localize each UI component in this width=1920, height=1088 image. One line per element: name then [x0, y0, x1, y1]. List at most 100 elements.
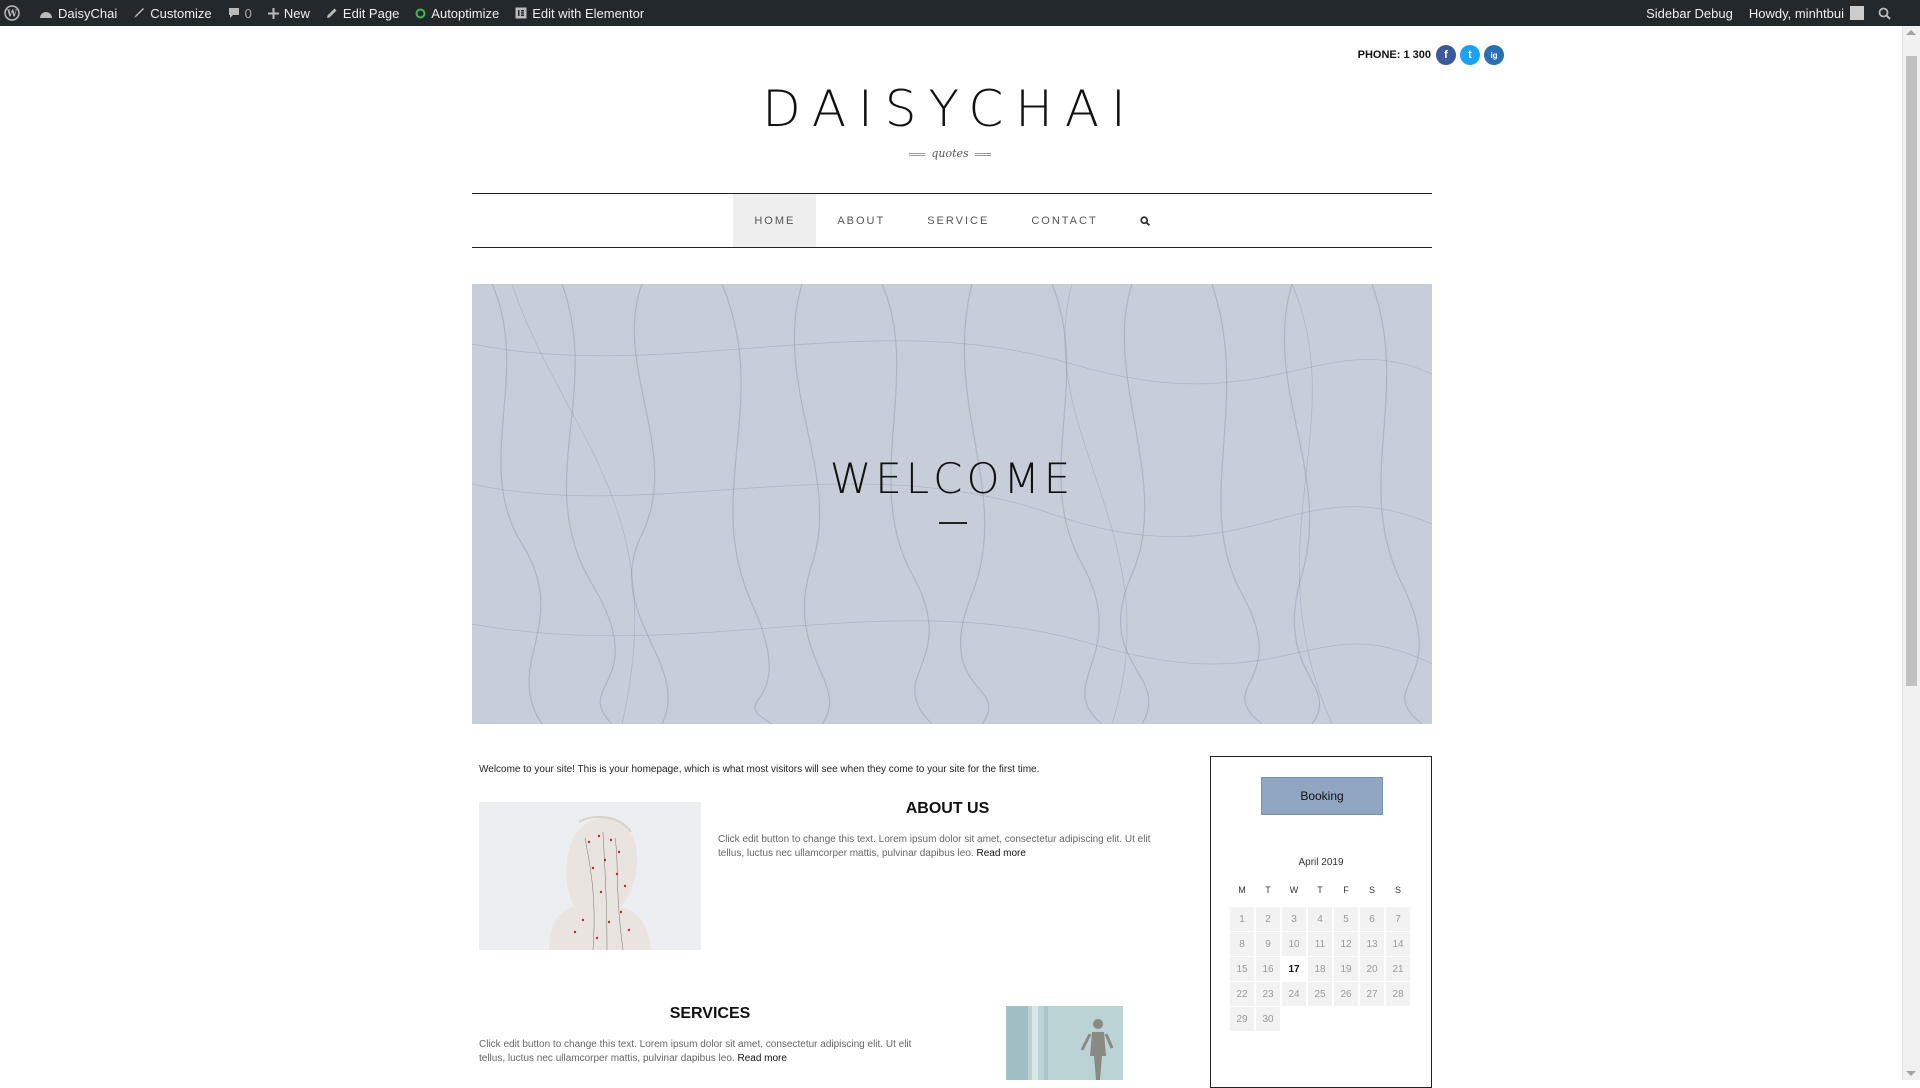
hero-banner: WELCOME [472, 284, 1432, 724]
hero-title: WELCOME [829, 454, 1075, 503]
calendar-caption: April 2019 [1298, 857, 1344, 868]
sidebar-debug-label: Sidebar Debug [1646, 5, 1733, 21]
intro-text: Welcome to your site! This is your homep… [479, 764, 1040, 775]
calendar-day[interactable]: 23 [1256, 982, 1280, 1006]
scroll-down-arrow-icon[interactable] [1906, 1071, 1916, 1076]
acupuncture-model-image [479, 802, 701, 950]
calendar-day[interactable]: 16 [1256, 957, 1280, 981]
instagram-icon[interactable]: ig [1484, 45, 1504, 65]
calendar-day[interactable]: 4 [1308, 907, 1332, 931]
sidebar-debug-link[interactable]: Sidebar Debug [1638, 0, 1741, 26]
scroll-up-arrow-icon[interactable] [1906, 30, 1916, 35]
calendar-day[interactable]: 25 [1308, 982, 1332, 1006]
header-contact: PHONE: 1 300 f t ig [1358, 45, 1504, 65]
nav-item-contact[interactable]: CONTACT [1010, 194, 1118, 247]
calendar-day[interactable]: 29 [1230, 1007, 1254, 1031]
calendar-day[interactable]: 18 [1308, 957, 1332, 981]
main-navigation: HOME ABOUT SERVICE CONTACT [472, 193, 1432, 248]
scrollbar-thumb[interactable] [1906, 56, 1917, 686]
brush-icon [134, 8, 145, 18]
dashboard-icon [40, 12, 52, 18]
calendar-weekdays: M T W T F S S [1229, 885, 1411, 895]
plus-icon [267, 7, 279, 19]
services-read-more-link[interactable]: Read more [737, 1053, 786, 1064]
nav-search-button[interactable] [1119, 194, 1171, 247]
facebook-icon[interactable]: f [1436, 45, 1456, 65]
new-link[interactable]: New [260, 0, 318, 26]
calendar-day[interactable]: 1 [1230, 907, 1254, 931]
calendar-day[interactable]: 27 [1360, 982, 1384, 1006]
weekday-label: S [1394, 885, 1401, 895]
weekday-label: M [1238, 885, 1246, 895]
calendar-day[interactable]: 6 [1360, 907, 1384, 931]
services-text: Click edit button to change this text. L… [479, 1038, 939, 1066]
calendar-day[interactable]: 13 [1360, 932, 1384, 956]
weekday-label: T [1265, 885, 1271, 895]
edit-elementor-link[interactable]: Edit with Elementor [507, 0, 652, 26]
admin-bar: W DaisyChai Customize 0 New Edit Page Au… [0, 0, 1920, 26]
hero-underline [939, 522, 967, 524]
phone-text: PHONE: 1 300 [1357, 49, 1431, 61]
autoptimize-label: Autoptimize [431, 5, 500, 21]
wordpress-logo[interactable]: W [0, 0, 31, 26]
calendar-day[interactable]: 17 [1282, 957, 1306, 981]
calendar-day[interactable]: 10 [1282, 932, 1306, 956]
svg-text:W: W [6, 10, 18, 20]
about-read-more-link[interactable]: Read more [976, 848, 1025, 859]
calendar-day[interactable]: 7 [1386, 907, 1410, 931]
wooden-figure-image [1006, 1006, 1123, 1080]
services-image [1006, 1006, 1123, 1080]
search-icon [1140, 215, 1150, 226]
weekday-label: T [1317, 885, 1323, 895]
calendar-day[interactable]: 20 [1360, 957, 1384, 981]
calendar-day[interactable]: 24 [1282, 982, 1306, 1006]
calendar-day[interactable]: 11 [1308, 932, 1332, 956]
sidebar-widget: Booking April 2019 M T W T F S S 1234567… [1210, 756, 1432, 1088]
hero-background-image [472, 284, 1432, 724]
customize-label: Customize [150, 5, 212, 21]
about-image [479, 802, 701, 950]
calendar-day[interactable]: 8 [1230, 932, 1254, 956]
calendar-day[interactable]: 5 [1334, 907, 1358, 931]
nav-item-home[interactable]: HOME [733, 194, 817, 247]
customize-link[interactable]: Customize [125, 0, 219, 26]
new-label: New [283, 5, 310, 21]
calendar-day[interactable]: 3 [1282, 907, 1306, 931]
calendar-day[interactable]: 9 [1256, 932, 1280, 956]
tagline-dash-left [909, 152, 926, 156]
edit-elementor-label: Edit with Elementor [532, 5, 645, 21]
nav-item-about[interactable]: ABOUT [816, 194, 906, 247]
calendar-day[interactable]: 2 [1256, 907, 1280, 931]
calendar-day[interactable]: 12 [1334, 932, 1358, 956]
admin-search-button[interactable] [1872, 0, 1898, 26]
elementor-icon [515, 7, 527, 19]
calendar-day[interactable]: 28 [1386, 982, 1410, 1006]
site-title[interactable]: DAISYCHAI [0, 80, 1900, 138]
nav-item-service[interactable]: SERVICE [906, 194, 1010, 247]
calendar-day[interactable]: 22 [1230, 982, 1254, 1006]
about-us-heading: ABOUT US [905, 800, 990, 817]
services-body: Click edit button to change this text. L… [479, 1039, 912, 1064]
calendar-day[interactable]: 15 [1230, 957, 1254, 981]
weekday-label: S [1368, 885, 1375, 895]
calendar-day[interactable]: 19 [1334, 957, 1358, 981]
site-name-link[interactable]: DaisyChai [31, 0, 125, 26]
services-heading: SERVICES [669, 1005, 751, 1022]
autoptimize-link[interactable]: Autoptimize [407, 0, 507, 26]
about-us-body: Click edit button to change this text. L… [718, 834, 1151, 859]
booking-button[interactable]: Booking [1261, 777, 1383, 815]
edit-page-link[interactable]: Edit Page [318, 0, 407, 26]
calendar: M T W T F S S 1 2 3 4 5 6 7 8 9 10 11 12 13 14 15 16 17 1… [1229, 885, 1411, 1031]
comments-link[interactable]: 0 [220, 0, 260, 26]
calendar-day[interactable]: 26 [1334, 982, 1358, 1006]
twitter-icon[interactable]: t [1460, 45, 1480, 65]
calendar-day[interactable]: 21 [1386, 957, 1410, 981]
comment-icon [228, 8, 239, 18]
wordpress-icon: W [4, 5, 20, 21]
site-tagline: quotes [0, 147, 1900, 160]
about-us-text: Click edit button to change this text. L… [718, 833, 1178, 861]
calendar-day[interactable]: 14 [1386, 932, 1410, 956]
calendar-day[interactable]: 30 [1256, 1007, 1280, 1031]
page-scrollbar[interactable] [1902, 26, 1920, 1080]
account-menu[interactable]: Howdy, minhtbui [1741, 0, 1872, 26]
